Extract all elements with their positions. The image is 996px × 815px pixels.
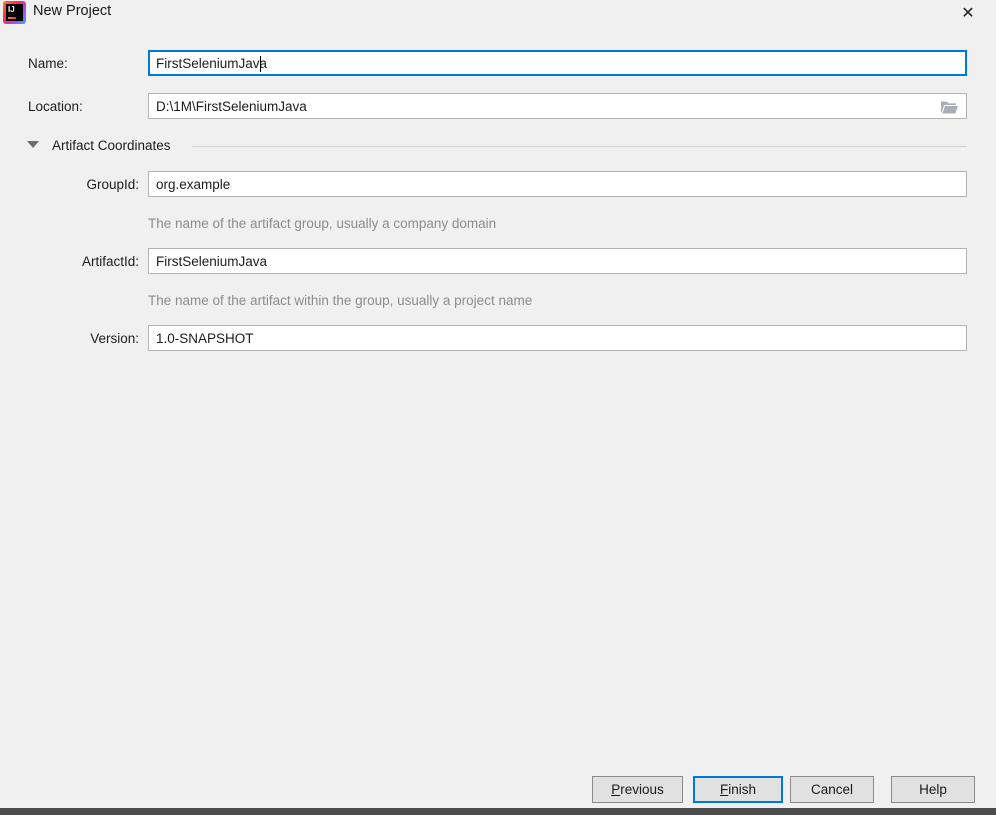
help-button-label: Help bbox=[919, 782, 947, 797]
close-icon: ✕ bbox=[961, 5, 975, 22]
folder-icon bbox=[940, 101, 958, 113]
section-divider bbox=[192, 146, 967, 147]
intellij-logo-inner: IJ bbox=[6, 4, 23, 21]
close-button[interactable]: ✕ bbox=[950, 0, 986, 26]
groupid-hint: The name of the artifact group, usually … bbox=[148, 216, 497, 231]
finish-button[interactable]: Finish bbox=[693, 776, 783, 803]
window-title: New Project bbox=[33, 3, 112, 19]
intellij-logo-dash bbox=[8, 17, 16, 19]
browse-button[interactable] bbox=[938, 97, 960, 116]
finish-button-label: Finish bbox=[719, 782, 756, 797]
artifactid-hint: The name of the artifact within the grou… bbox=[148, 293, 533, 308]
section-title: Artifact Coordinates bbox=[52, 138, 171, 153]
name-label: Name: bbox=[28, 56, 68, 71]
previous-button[interactable]: Previous bbox=[592, 776, 683, 803]
artifactid-input[interactable] bbox=[149, 249, 966, 273]
cancel-button[interactable]: Cancel bbox=[790, 776, 874, 803]
version-input[interactable] bbox=[149, 326, 966, 350]
text-caret bbox=[260, 56, 261, 72]
name-field[interactable] bbox=[148, 50, 967, 76]
groupid-input[interactable] bbox=[149, 172, 966, 196]
window-bottom-edge bbox=[0, 808, 996, 815]
cancel-button-label: Cancel bbox=[810, 782, 854, 797]
groupid-label: GroupId: bbox=[86, 177, 139, 192]
location-label: Location: bbox=[28, 99, 83, 114]
artifactid-field[interactable] bbox=[148, 248, 967, 274]
name-input[interactable] bbox=[150, 52, 965, 74]
intellij-logo-icon: IJ bbox=[3, 1, 26, 24]
artifactid-label: ArtifactId: bbox=[81, 254, 139, 269]
version-field[interactable] bbox=[148, 325, 967, 351]
intellij-logo-text: IJ bbox=[8, 5, 15, 14]
version-label: Version: bbox=[90, 331, 139, 346]
location-input[interactable] bbox=[149, 94, 966, 118]
collapse-arrow-icon[interactable] bbox=[27, 141, 39, 148]
help-button[interactable]: Help bbox=[891, 776, 975, 803]
groupid-field[interactable] bbox=[148, 171, 967, 197]
location-field[interactable] bbox=[148, 93, 967, 119]
previous-button-label: Previous bbox=[611, 782, 664, 797]
